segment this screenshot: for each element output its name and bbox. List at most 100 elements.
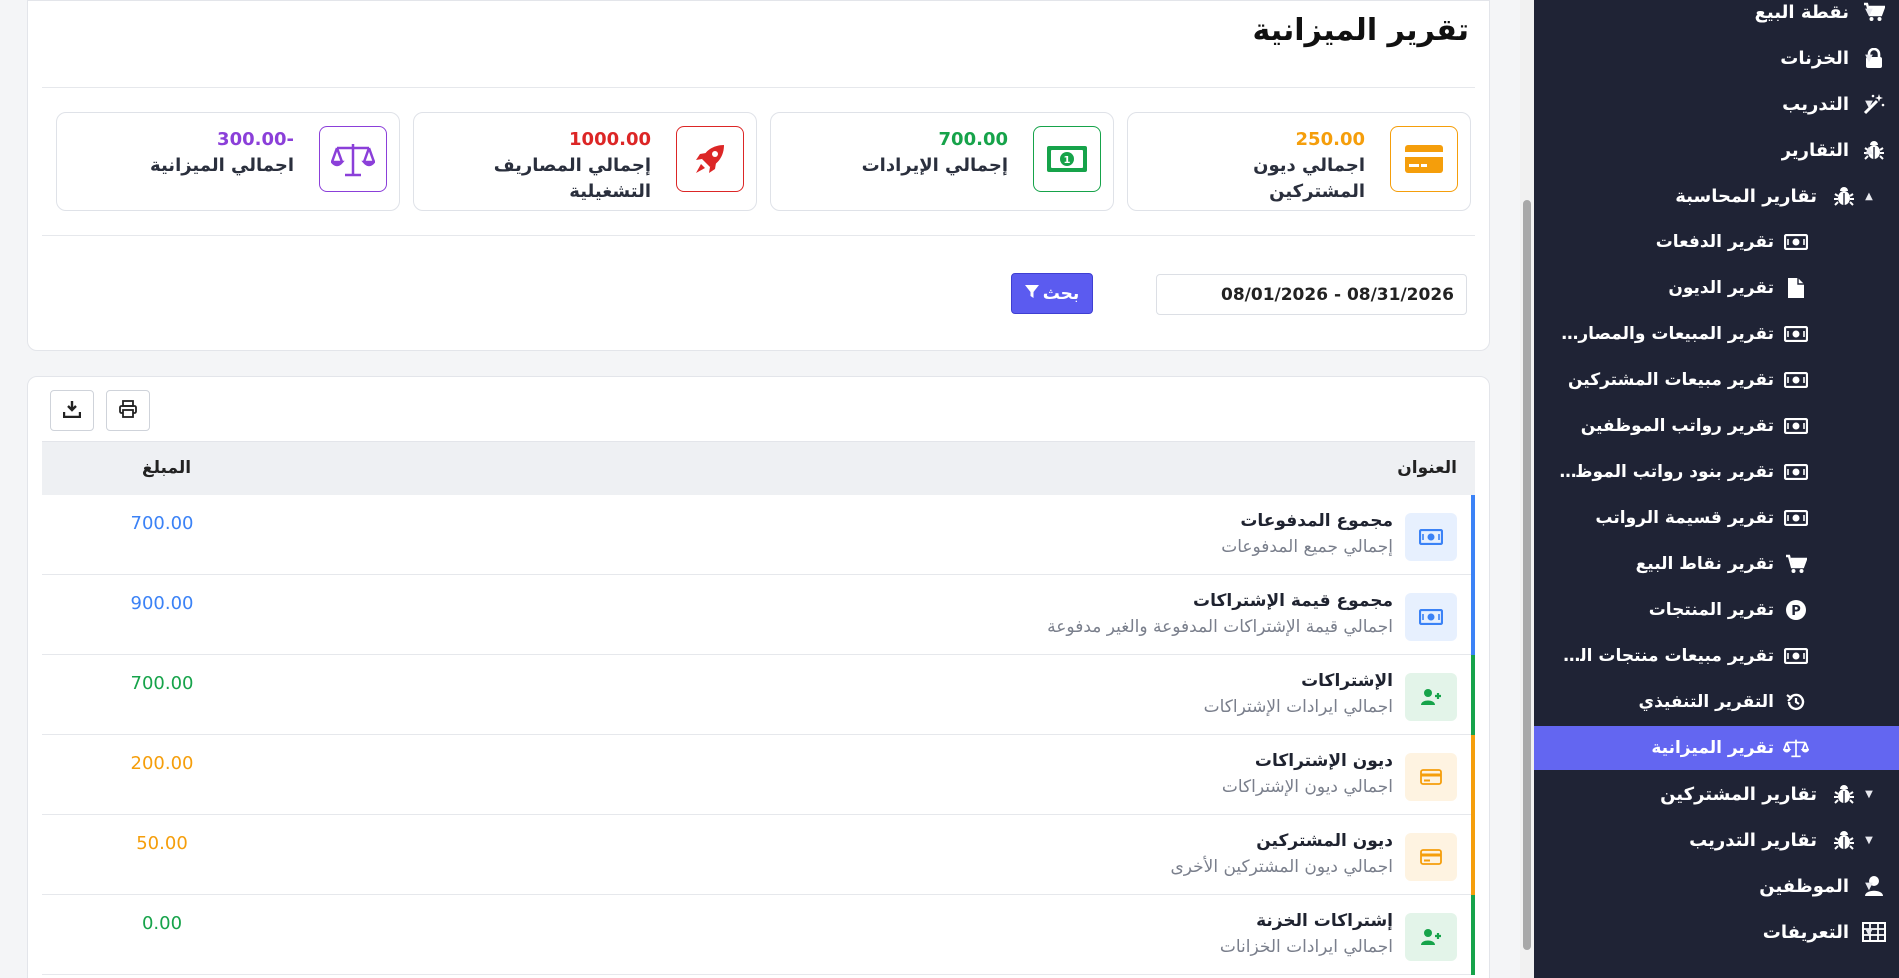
row-amount: 50.00	[136, 833, 188, 854]
file-icon	[1783, 275, 1809, 301]
sidebar-item[interactable]: التدريب ▼	[1534, 82, 1899, 126]
chevron-icon[interactable]: ▲	[1864, 191, 1874, 202]
chevron-icon[interactable]: ▼	[1864, 789, 1874, 800]
sidebar-item[interactable]: الموظفين ▼	[1534, 864, 1899, 908]
chevron-icon[interactable]: ▼	[1864, 7, 1874, 18]
parking-icon: P	[1783, 597, 1809, 623]
history-icon	[1783, 689, 1809, 715]
print-button[interactable]	[106, 390, 150, 431]
rocket-icon	[676, 126, 744, 192]
sidebar-item[interactable]: تقرير الدفعات	[1534, 220, 1899, 264]
stat-card-revenues: 1 700.00 إجمالي الإيرادات	[770, 112, 1114, 211]
sidebar-item-label: تقرير رواتب الموظفين	[1580, 416, 1774, 436]
sidebar-item-label: تقرير مبيعات منتجات الم...	[1559, 646, 1774, 666]
print-icon	[119, 399, 137, 422]
row-subtitle: اجمالي ديون الإشتراكات	[1221, 777, 1393, 797]
stat-value: 250.00	[1295, 129, 1365, 150]
row-subtitle: إجمالي جميع المدفوعات	[1221, 537, 1393, 557]
sidebar-item[interactable]: الخزنات ▼	[1534, 36, 1899, 80]
row-title: مجموع قيمة الإشتراكات	[1193, 591, 1393, 611]
row-accent	[1471, 655, 1475, 735]
user-plus-icon	[1405, 913, 1457, 961]
credit-card-icon	[1405, 753, 1457, 801]
money-bill-icon	[1783, 413, 1809, 439]
sidebar-item-label: تقرير المنتجات	[1648, 600, 1774, 620]
money-bill-icon: 1	[1033, 126, 1101, 192]
sidebar-item[interactable]: التقارير ▲	[1534, 128, 1899, 172]
sidebar-item-label: تقرير مبيعات المشتركين	[1567, 370, 1774, 390]
sidebar-item-label: تقرير نقاط البيع	[1635, 554, 1774, 574]
sidebar-item[interactable]: تقرير الديون	[1534, 266, 1899, 310]
svg-text:1: 1	[1064, 155, 1071, 166]
date-range-input[interactable]	[1156, 274, 1467, 315]
search-button[interactable]: بحث	[1011, 273, 1093, 314]
table-row: ديون الإشتراكات اجمالي ديون الإشتراكات 200…	[42, 735, 1475, 815]
row-amount: 700.00	[130, 513, 194, 534]
search-button-label: بحث	[1042, 283, 1080, 304]
sidebar-item[interactable]: P تقرير المنتجات	[1534, 588, 1899, 632]
sidebar-item[interactable]: تقرير المبيعات والمصاريف	[1534, 312, 1899, 356]
table-header: العنوان المبلغ	[42, 441, 1475, 495]
sidebar-item[interactable]: تقرير قسيمة الرواتب	[1534, 496, 1899, 540]
sidebar-item[interactable]: تقارير المحاسبة ▲	[1534, 174, 1899, 218]
sidebar-item[interactable]: تقارير المشتركين ▼	[1534, 772, 1899, 816]
table-row: مجموع المدفوعات إجمالي جميع المدفوعات 700.…	[42, 495, 1475, 575]
stat-label: اجمالي الميزانية	[150, 155, 294, 176]
money-bill-icon	[1783, 643, 1809, 669]
page-scrollbar[interactable]	[1520, 0, 1534, 978]
sidebar-item[interactable]: تقارير التدريب ▼	[1534, 818, 1899, 862]
row-title: إشتراكات الخزنة	[1256, 911, 1393, 931]
money-bill-icon	[1405, 513, 1457, 561]
chevron-icon[interactable]: ▲	[1864, 145, 1874, 156]
sidebar-item[interactable]: نقطة البيع ▼	[1534, 0, 1899, 34]
stat-value: -300.00	[217, 129, 294, 150]
export-button[interactable]	[50, 390, 94, 431]
chevron-icon[interactable]: ▼	[1864, 53, 1874, 64]
stat-card-budget: -300.00 اجمالي الميزانية	[56, 112, 400, 211]
row-subtitle: اجمالي ايرادات الخزانات	[1219, 937, 1393, 957]
row-accent	[1471, 895, 1475, 975]
sidebar: نقطة البيع ▼ الخزنات ▼ التدريب ▼ التقارير ▲ تقار…	[1534, 0, 1899, 978]
table-row: إشتراكات الخزنة اجمالي ايرادات الخزانات 0.…	[42, 895, 1475, 975]
download-icon	[62, 400, 82, 422]
money-bill-icon	[1783, 459, 1809, 485]
row-accent	[1471, 575, 1475, 655]
sidebar-item[interactable]: تقرير بنود رواتب الموظفين	[1534, 450, 1899, 494]
sidebar-item[interactable]: تقرير الميزانية	[1534, 726, 1899, 770]
row-accent	[1471, 815, 1475, 895]
sidebar-item-label: تقرير الديون	[1668, 278, 1774, 298]
sidebar-item[interactable]: تقرير مبيعات المشتركين	[1534, 358, 1899, 402]
sidebar-item-label: التعريفات	[1762, 921, 1849, 943]
row-title: الإشتراكات	[1301, 671, 1393, 691]
row-title: ديون الإشتراكات	[1254, 751, 1393, 771]
sidebar-item-label: التقرير التنفيذي	[1638, 692, 1774, 712]
chevron-icon[interactable]: ▼	[1864, 835, 1874, 846]
chevron-icon[interactable]: ▼	[1864, 881, 1874, 892]
row-amount: 0.00	[141, 913, 183, 934]
report-table-card: العنوان المبلغ مجموع المدفوعات إجمالي جمي…	[27, 376, 1490, 978]
chevron-icon[interactable]: ▼	[1864, 927, 1874, 938]
column-header-amount: المبلغ	[142, 458, 192, 478]
sidebar-item[interactable]: تقرير نقاط البيع	[1534, 542, 1899, 586]
chevron-icon[interactable]: ▼	[1864, 99, 1874, 110]
sidebar-item[interactable]: تقرير مبيعات منتجات الم...	[1534, 634, 1899, 678]
row-amount: 700.00	[130, 673, 194, 694]
row-subtitle: اجمالي ايرادات الإشتراكات	[1203, 697, 1393, 717]
bug-icon	[1831, 781, 1857, 807]
sidebar-item-label: التدريب	[1782, 93, 1849, 115]
bug-icon	[1831, 827, 1857, 853]
sidebar-item-label: تقرير الدفعات	[1655, 232, 1774, 252]
sidebar-item-label: الخزنات	[1780, 47, 1849, 69]
row-title: ديون المشتركين	[1256, 831, 1393, 851]
sidebar-item-label: تقرير قسيمة الرواتب	[1595, 508, 1774, 528]
sidebar-item-label: التقارير	[1780, 139, 1849, 161]
row-amount: 900.00	[130, 593, 194, 614]
scrollbar-thumb[interactable]	[1523, 200, 1531, 950]
row-accent	[1471, 495, 1475, 575]
money-bill-icon	[1783, 229, 1809, 255]
stat-label: اجمالي ديون المشتركين	[1253, 155, 1365, 202]
sidebar-item[interactable]: التقرير التنفيذي	[1534, 680, 1899, 724]
sidebar-item-label: تقارير المحاسبة	[1675, 185, 1817, 207]
sidebar-item[interactable]: التعريفات ▼	[1534, 910, 1899, 954]
sidebar-item[interactable]: تقرير رواتب الموظفين	[1534, 404, 1899, 448]
